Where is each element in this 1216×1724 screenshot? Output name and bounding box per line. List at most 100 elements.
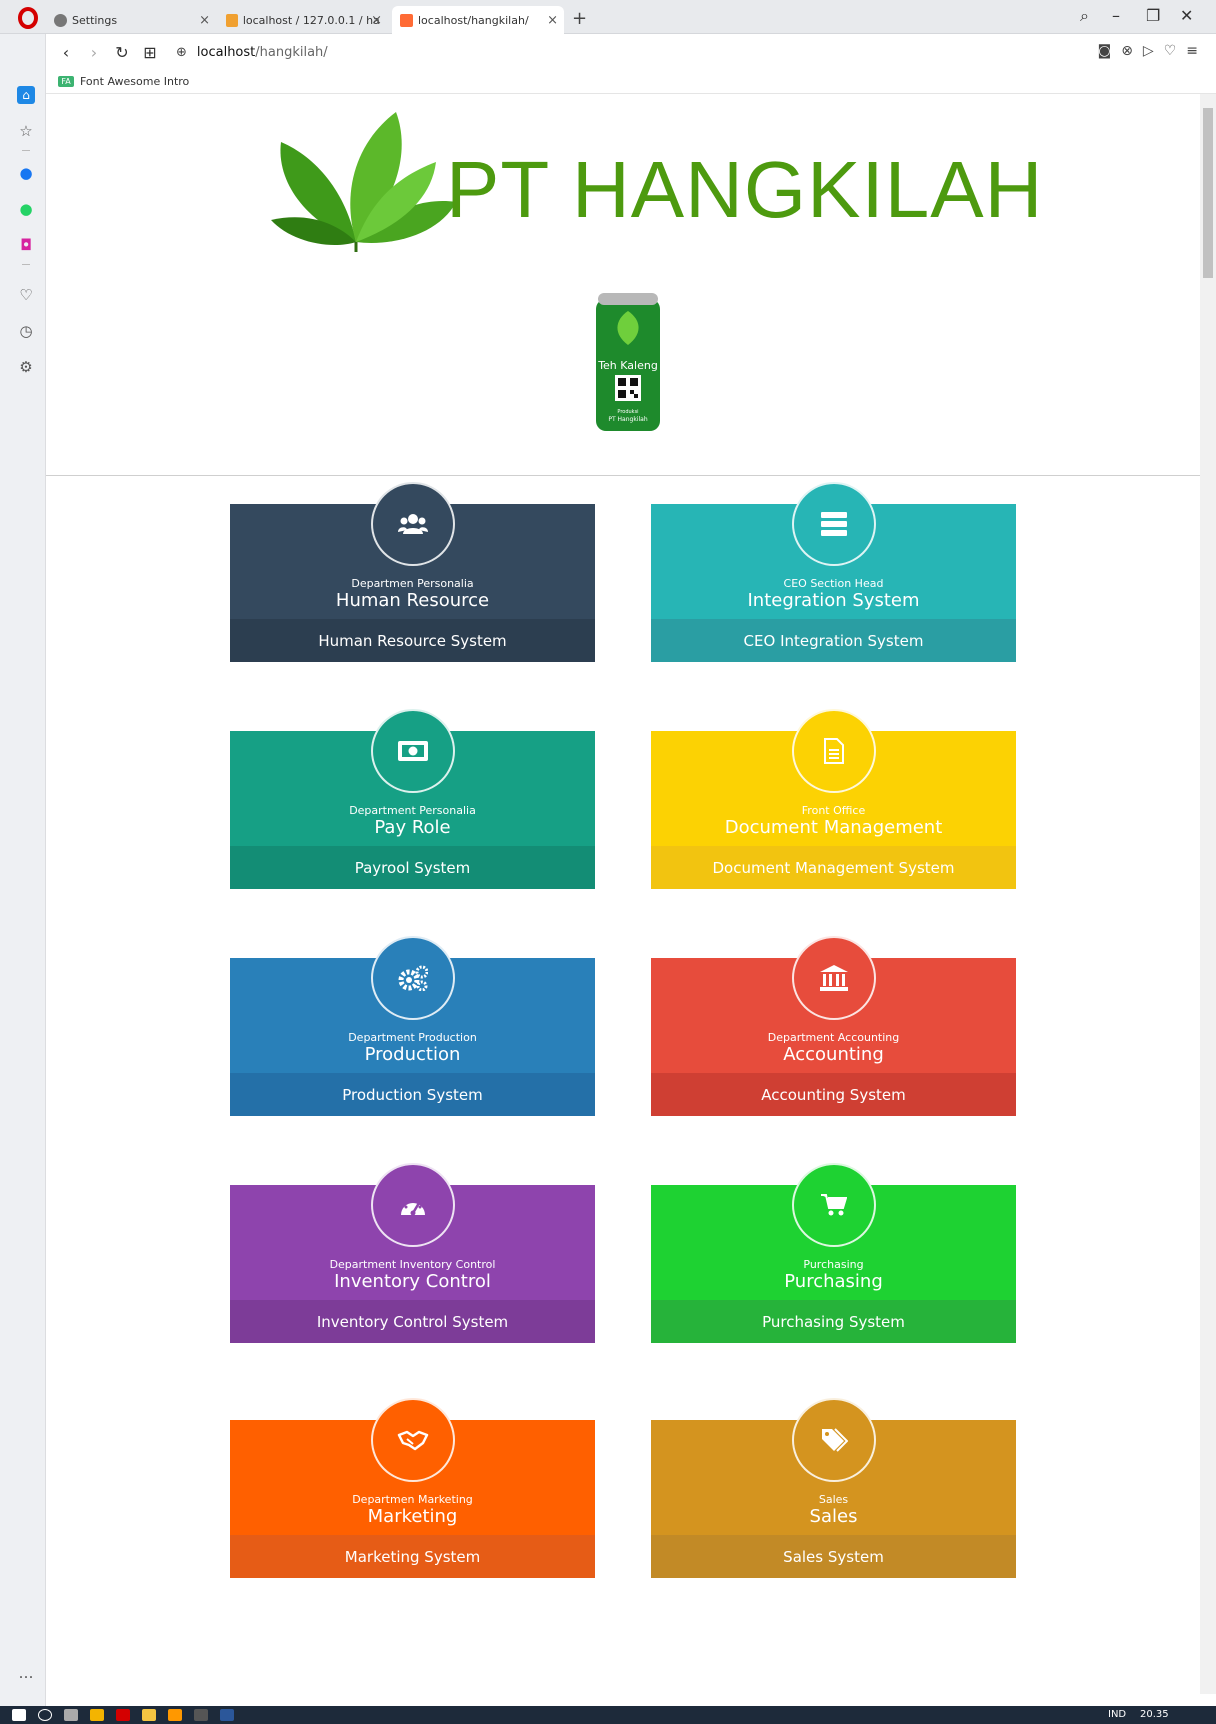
more-icon[interactable]: … bbox=[17, 1664, 35, 1682]
opera-logo-icon[interactable] bbox=[18, 7, 38, 29]
card-title: Accounting bbox=[783, 1044, 884, 1065]
adblock-icon[interactable]: ⊗ bbox=[1121, 43, 1133, 59]
card-footer[interactable]: Payrool System bbox=[230, 846, 595, 889]
card-pay-role[interactable]: Payrool System Department Personalia Pay… bbox=[230, 709, 595, 889]
card-title: Marketing bbox=[367, 1506, 458, 1527]
instagram-icon[interactable]: ◘ bbox=[17, 236, 35, 254]
close-window-button[interactable]: ✕ bbox=[1180, 6, 1193, 25]
card-subtitle: CEO Section Head bbox=[783, 577, 884, 590]
card-icon-circle bbox=[792, 1163, 876, 1247]
close-tab-icon[interactable]: × bbox=[199, 13, 210, 28]
forward-button[interactable]: › bbox=[86, 43, 102, 62]
card-icon-circle bbox=[371, 709, 455, 793]
snapshot-icon[interactable]: ◙ bbox=[1098, 43, 1112, 59]
language-indicator[interactable]: IND bbox=[1108, 1709, 1126, 1720]
hero-divider bbox=[46, 475, 1200, 476]
windows-taskbar: IND 20.35 bbox=[0, 1706, 1216, 1724]
card-subtitle: Department Personalia bbox=[349, 804, 476, 817]
card-inventory-control[interactable]: Inventory Control System Department Inve… bbox=[230, 1163, 595, 1343]
terminal-icon[interactable] bbox=[194, 1709, 208, 1721]
easy-setup-icon[interactable]: ≡ bbox=[1186, 43, 1198, 59]
search-tabs-icon[interactable]: ⌕ bbox=[1080, 6, 1089, 26]
file-explorer-icon[interactable] bbox=[142, 1709, 156, 1721]
tab-hangkilah[interactable]: localhost/hangkilah/ × bbox=[392, 6, 564, 34]
card-title: Pay Role bbox=[374, 817, 451, 838]
send-icon[interactable]: ▷ bbox=[1143, 43, 1154, 59]
restore-button[interactable]: ❐ bbox=[1146, 6, 1160, 25]
reload-button[interactable]: ↻ bbox=[114, 43, 130, 62]
card-title: Integration System bbox=[747, 590, 920, 611]
card-subtitle: Sales bbox=[818, 1493, 849, 1506]
card-sales[interactable]: Sales System Sales Sales bbox=[651, 1398, 1016, 1578]
card-marketing[interactable]: Marketing System Departmen Marketing Mar… bbox=[230, 1398, 595, 1578]
card-purchasing[interactable]: Purchasing System Purchasing Purchasing bbox=[651, 1163, 1016, 1343]
card-footer[interactable]: Purchasing System bbox=[651, 1300, 1016, 1343]
globe-icon: ⊕ bbox=[176, 44, 187, 60]
card-subtitle: Purchasing bbox=[803, 1258, 864, 1271]
card-title: Sales bbox=[809, 1506, 858, 1527]
heart-icon[interactable]: ♡ bbox=[17, 286, 35, 304]
card-document-management[interactable]: Document Management System Front Office … bbox=[651, 709, 1016, 889]
card-footer[interactable]: Inventory Control System bbox=[230, 1300, 595, 1343]
chrome-icon[interactable] bbox=[90, 1709, 104, 1721]
settings-icon[interactable]: ⚙ bbox=[17, 358, 35, 376]
task-view-icon[interactable] bbox=[64, 1709, 78, 1721]
search-icon[interactable] bbox=[38, 1709, 52, 1721]
card-icon-circle bbox=[792, 1398, 876, 1482]
minimize-button[interactable]: – bbox=[1112, 6, 1120, 25]
tea-can-image: Teh Kaleng Produksi PT Hangkilah bbox=[596, 293, 660, 431]
word-icon[interactable] bbox=[220, 1709, 234, 1721]
page-scrollbar[interactable] bbox=[1200, 94, 1216, 1694]
sublime-icon[interactable] bbox=[168, 1709, 182, 1721]
card-production[interactable]: Production System Department Production … bbox=[230, 936, 595, 1116]
card-subtitle: Department Production bbox=[348, 1031, 477, 1044]
history-icon[interactable]: ◷ bbox=[17, 322, 35, 340]
card-icon-circle bbox=[371, 1163, 455, 1247]
clock[interactable]: 20.35 bbox=[1140, 1709, 1169, 1720]
heart-icon[interactable]: ♡ bbox=[1164, 43, 1177, 59]
new-tab-button[interactable]: + bbox=[572, 8, 587, 29]
card-footer[interactable]: Human Resource System bbox=[230, 619, 595, 662]
opera-taskbar-icon[interactable] bbox=[116, 1709, 130, 1721]
tab-settings[interactable]: Settings × bbox=[46, 6, 216, 34]
can-label: Teh Kaleng bbox=[597, 359, 658, 372]
card-footer[interactable]: Sales System bbox=[651, 1535, 1016, 1578]
speed-dial-icon[interactable]: ⊞ bbox=[142, 43, 158, 62]
bookmark-font-awesome-intro[interactable]: Font Awesome Intro bbox=[80, 75, 189, 88]
messenger-icon[interactable]: ● bbox=[17, 164, 35, 182]
card-integration-system[interactable]: CEO Integration System CEO Section Head … bbox=[651, 482, 1016, 662]
back-button[interactable]: ‹ bbox=[58, 43, 74, 62]
users-icon bbox=[398, 514, 428, 534]
url-field[interactable]: ⊕ localhost/hangkilah/ bbox=[176, 45, 328, 60]
card-title: Document Management bbox=[724, 817, 943, 838]
card-footer[interactable]: Production System bbox=[230, 1073, 595, 1116]
card-footer[interactable]: CEO Integration System bbox=[651, 619, 1016, 662]
card-accounting[interactable]: Accounting System Department Accounting … bbox=[651, 936, 1016, 1116]
card-footer[interactable]: Accounting System bbox=[651, 1073, 1016, 1116]
card-human-resource[interactable]: Human Resource System Departmen Personal… bbox=[230, 482, 595, 662]
card-title: Purchasing bbox=[784, 1271, 883, 1292]
card-icon-circle bbox=[371, 482, 455, 566]
hero-section: PT HANGKILAH Teh Kaleng Produksi PT Hang… bbox=[46, 94, 1200, 476]
sidebar-separator bbox=[22, 150, 30, 151]
whatsapp-icon[interactable]: ● bbox=[17, 200, 35, 218]
scrollbar-thumb[interactable] bbox=[1203, 108, 1213, 278]
home-icon[interactable]: ⌂ bbox=[17, 86, 35, 104]
tab-phpmyadmin[interactable]: localhost / 127.0.0.1 / hang × bbox=[218, 6, 388, 34]
cogs-icon bbox=[398, 965, 428, 991]
close-tab-icon[interactable]: × bbox=[547, 13, 558, 28]
card-icon-circle bbox=[371, 936, 455, 1020]
card-footer[interactable]: Document Management System bbox=[651, 846, 1016, 889]
bank-icon bbox=[820, 965, 848, 991]
card-subtitle: Front Office bbox=[801, 804, 866, 817]
card-title: Production bbox=[364, 1044, 461, 1065]
dashboard-icon bbox=[401, 1199, 425, 1216]
bookmarks-star-icon[interactable]: ☆ bbox=[17, 122, 35, 140]
page-content: PT HANGKILAH Teh Kaleng Produksi PT Hang… bbox=[46, 94, 1200, 1694]
card-subtitle: Departmen Marketing bbox=[352, 1493, 473, 1506]
windows-start-icon[interactable] bbox=[12, 1709, 26, 1721]
close-tab-icon[interactable]: × bbox=[371, 13, 382, 28]
card-footer[interactable]: Marketing System bbox=[230, 1535, 595, 1578]
bookmarks-bar: FA Font Awesome Intro bbox=[46, 70, 1216, 94]
card-icon-circle bbox=[792, 936, 876, 1020]
